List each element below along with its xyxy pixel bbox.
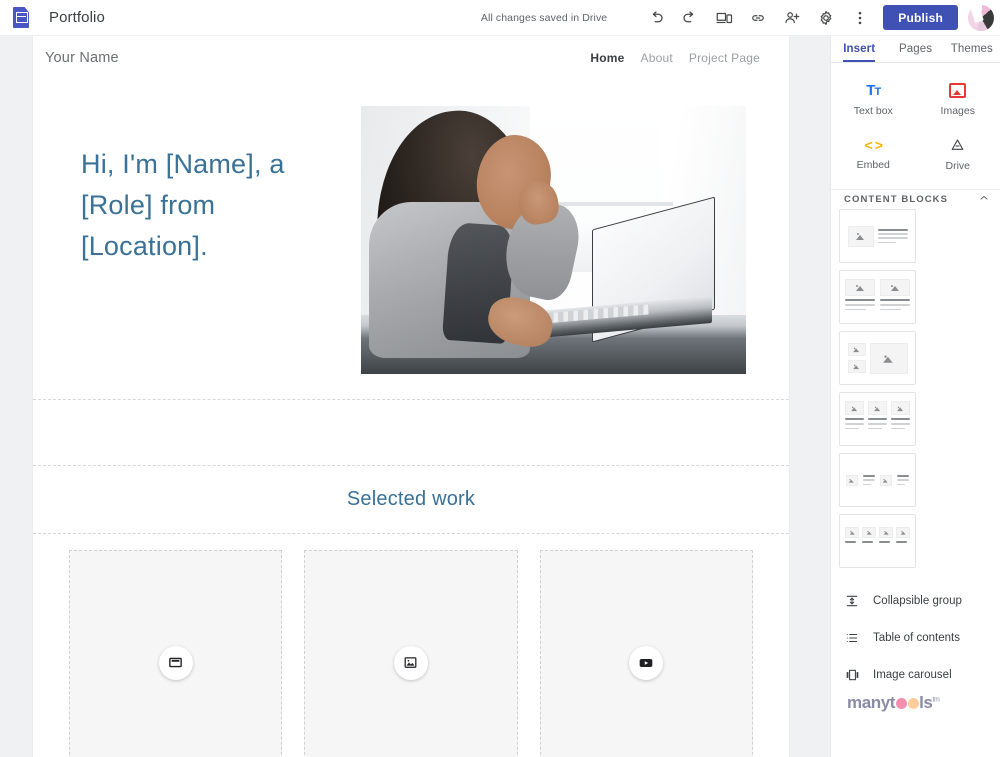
insert-images-label: Images — [940, 105, 975, 118]
watermark-text: manyt lstm — [847, 693, 940, 713]
watermark-prefix: manyt — [847, 693, 896, 712]
embed-code-icon: < > — [864, 136, 883, 153]
list-item-collapsible-group[interactable]: Collapsible group — [831, 582, 1000, 619]
work-card-image[interactable] — [304, 550, 518, 757]
insert-embed[interactable]: < > Embed — [831, 127, 916, 181]
content-block-three-images-with-text[interactable] — [839, 392, 916, 446]
insert-extras-list: Collapsible group Table of contents Imag… — [831, 578, 1000, 693]
image-carousel-icon — [844, 668, 860, 682]
watermark-dot-peach — [907, 698, 919, 709]
content-blocks-header[interactable]: CONTENT BLOCKS — [831, 190, 1000, 209]
site-header[interactable]: Your Name Home About Project Page — [33, 36, 789, 80]
manytools-watermark: manyt lstm — [831, 693, 1000, 757]
text-box-icon[interactable] — [158, 645, 193, 680]
work-card-text[interactable] — [69, 550, 283, 757]
collapsible-group-icon — [844, 594, 860, 608]
tab-pages[interactable]: Pages — [887, 36, 943, 62]
nav-item-home[interactable]: Home — [590, 51, 624, 65]
preview-icon[interactable] — [707, 1, 741, 35]
selected-work-section[interactable]: Selected work — [33, 466, 789, 534]
site-canvas[interactable]: Your Name Home About Project Page Hi, I'… — [0, 36, 830, 757]
table-of-contents-label: Table of contents — [873, 631, 960, 644]
tab-insert[interactable]: Insert — [831, 36, 887, 63]
content-block-two-images-with-text[interactable] — [839, 270, 916, 324]
collapsible-group-label: Collapsible group — [873, 594, 962, 607]
google-sites-logo-wrap[interactable] — [6, 7, 36, 28]
content-blocks-grid — [831, 209, 1000, 578]
more-options-icon[interactable] — [843, 1, 877, 35]
toolbar-actions: All changes saved in Drive Publish — [481, 0, 1000, 36]
content-block-two-image-text-pairs[interactable] — [839, 453, 916, 507]
editor-body: Your Name Home About Project Page Hi, I'… — [0, 36, 1000, 757]
hero-image[interactable] — [361, 106, 746, 374]
image-icon[interactable] — [393, 645, 428, 680]
empty-section[interactable] — [33, 400, 789, 466]
insert-embed-label: Embed — [856, 158, 890, 171]
undo-icon[interactable] — [639, 1, 673, 35]
tab-themes[interactable]: Themes — [944, 36, 1000, 62]
insert-drive-label: Drive — [945, 159, 970, 172]
table-of-contents-icon — [844, 631, 860, 645]
avatar[interactable] — [968, 4, 994, 31]
insert-text-box-label: Text box — [853, 105, 893, 118]
youtube-video-icon[interactable] — [629, 645, 664, 680]
image-carousel-label: Image carousel — [873, 668, 952, 681]
settings-gear-icon[interactable] — [809, 1, 843, 35]
chevron-up-icon[interactable] — [978, 192, 990, 207]
text-box-icon: TT — [866, 82, 881, 100]
content-block-image-left-text-right[interactable] — [839, 209, 916, 263]
redo-icon[interactable] — [673, 1, 707, 35]
watermark-dot-pink — [895, 698, 907, 709]
panel-tabs: Insert Pages Themes — [831, 36, 1000, 64]
site-nav: Home About Project Page — [590, 51, 775, 65]
site-page: Your Name Home About Project Page Hi, I'… — [33, 36, 789, 757]
selected-work-heading[interactable]: Selected work — [347, 488, 475, 511]
insert-actions-grid: TT Text box Images < > Embed Drive — [831, 63, 1000, 191]
copy-link-icon[interactable] — [741, 1, 775, 35]
watermark-suffix: ls — [919, 693, 933, 712]
hero-heading[interactable]: Hi, I'm [Name], a [Role] from [Location]… — [81, 144, 346, 267]
save-status-text: All changes saved in Drive — [480, 11, 608, 24]
content-blocks-title: CONTENT BLOCKS — [844, 194, 949, 206]
publish-button[interactable]: Publish — [883, 5, 958, 30]
insert-text-box[interactable]: TT Text box — [831, 73, 916, 127]
watermark-tm: tm — [932, 696, 940, 704]
hero-section[interactable]: Hi, I'm [Name], a [Role] from [Location]… — [33, 80, 789, 400]
site-title[interactable]: Your Name — [45, 50, 119, 66]
insert-drive[interactable]: Drive — [916, 127, 1000, 181]
list-item-table-of-contents[interactable]: Table of contents — [831, 619, 1000, 656]
images-icon — [949, 83, 967, 99]
nav-item-about[interactable]: About — [641, 51, 673, 65]
google-sites-logo-icon — [13, 7, 29, 28]
insert-panel: Insert Pages Themes TT Text box Images <… — [830, 36, 1000, 757]
google-sites-editor: Portfolio All changes saved in Drive Pub… — [0, 0, 1000, 757]
work-card-video[interactable] — [539, 550, 753, 757]
content-block-two-small-one-large[interactable] — [839, 331, 916, 385]
content-block-four-images-with-captions[interactable] — [839, 514, 916, 568]
insert-images[interactable]: Images — [916, 73, 1000, 127]
top-toolbar: Portfolio All changes saved in Drive Pub… — [0, 0, 1000, 36]
document-title[interactable]: Portfolio — [49, 9, 105, 26]
nav-item-project-page[interactable]: Project Page — [689, 51, 760, 65]
list-item-image-carousel[interactable]: Image carousel — [831, 656, 1000, 693]
work-cards-section — [33, 534, 789, 757]
share-person-add-icon[interactable] — [775, 1, 809, 35]
google-drive-icon — [951, 139, 964, 150]
